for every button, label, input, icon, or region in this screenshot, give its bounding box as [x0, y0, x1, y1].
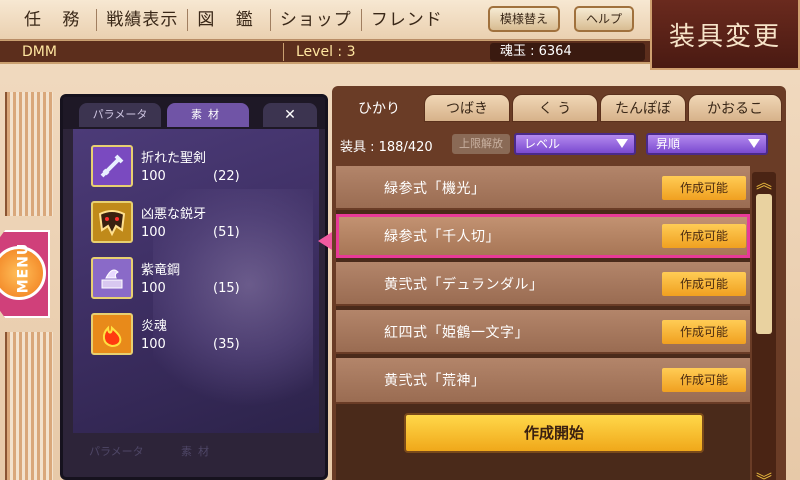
fang-mask-icon — [91, 201, 133, 243]
equip-count: 装具 : 188/420 — [340, 140, 433, 155]
selection-pointer-icon — [318, 232, 332, 250]
item-name: 緑参式「千人切」 — [384, 229, 500, 245]
tab-hikari[interactable]: ひかり — [336, 94, 422, 122]
user-name: DMM — [22, 44, 57, 60]
equip-controls: 装具 : 188/420 上限解放 レベル 昇順 — [332, 130, 786, 158]
dragon-steel-icon — [91, 257, 133, 299]
status-badge: 作成可能 — [662, 368, 746, 392]
nav-missions[interactable]: 任 務 — [0, 8, 98, 31]
nav-friend[interactable]: フレンド — [362, 9, 452, 31]
material-name: 折れた聖剣 — [141, 151, 207, 166]
sort-field-value: レベル — [524, 137, 561, 151]
item-name: 緑参式「機光」 — [384, 181, 486, 197]
chevron-down-icon — [748, 139, 760, 148]
app-frame: 任 務 戦績表示 図 鑑 ショップ フレンド 模様替え ヘルプ DMM Leve… — [0, 0, 800, 480]
gem-count: 魂玉 : 6364 — [490, 43, 645, 61]
table-row[interactable]: 緑参式「機光」 作成可能 — [336, 166, 750, 210]
status-badge: 作成可能 — [662, 320, 746, 344]
list-item: 折れた聖剣 100 (22) — [91, 145, 321, 195]
sort-field-select[interactable]: レベル — [514, 133, 636, 155]
scroll-thumb[interactable] — [756, 194, 772, 334]
material-list: 折れた聖剣 100 (22) 凶悪な鋭牙 100 (51) 紫竜鋼 100 (1… — [73, 129, 319, 433]
chevron-down-icon — [616, 139, 628, 148]
material-count: (51) — [213, 225, 240, 240]
tab-kuu[interactable]: く う — [512, 94, 598, 122]
left-decoration — [5, 332, 53, 480]
material-count: (22) — [213, 169, 240, 184]
material-panel: パラメータ 素材 ✕ 折れた聖剣 100 (22) 凶悪な鋭牙 100 (51) — [60, 94, 328, 480]
status-bar: DMM Level : 3 魂玉 : 6364 — [0, 40, 650, 64]
tab-materials[interactable]: 素材 — [167, 103, 249, 127]
material-value: 100 — [141, 337, 166, 352]
item-name: 紅四式「姫鶴一文字」 — [384, 325, 529, 341]
table-row-selected[interactable]: 緑参式「千人切」 作成可能 — [336, 214, 750, 258]
list-item: 凶悪な鋭牙 100 (51) — [91, 201, 321, 251]
material-name: 紫竜鋼 — [141, 263, 181, 278]
faded-tab-parameters: パラメータ — [89, 445, 144, 458]
material-count: (35) — [213, 337, 240, 352]
pattern-change-button[interactable]: 模様替え — [488, 6, 561, 32]
status-badge: 作成可能 — [662, 176, 746, 200]
limit-release-button[interactable]: 上限解放 — [452, 134, 510, 154]
material-count: (15) — [213, 281, 240, 296]
chevron-down-icon[interactable]: ︾ — [752, 470, 776, 480]
list-item: 炎魂 100 (35) — [91, 313, 321, 363]
table-row[interactable]: 黄弐式「デュランダル」 作成可能 — [336, 262, 750, 306]
player-level: Level : 3 — [296, 44, 356, 60]
item-name: 黄弐式「デュランダル」 — [384, 277, 544, 293]
panel-tabs: パラメータ 素材 ✕ — [63, 97, 325, 129]
broken-sword-icon — [91, 145, 133, 187]
tab-tanpopo[interactable]: たんぽぽ — [600, 94, 686, 122]
status-badge: 作成可能 — [662, 224, 746, 248]
sort-order-select[interactable]: 昇順 — [646, 133, 768, 155]
nav-shop[interactable]: ショップ — [271, 8, 362, 31]
material-value: 100 — [141, 225, 166, 240]
material-value: 100 — [141, 169, 166, 184]
material-name: 炎魂 — [141, 319, 168, 334]
table-row[interactable]: 紅四式「姫鶴一文字」 作成可能 — [336, 310, 750, 354]
table-row[interactable]: 黄弐式「荒神」 作成可能 — [336, 358, 750, 404]
faded-tab-materials: 素材 — [181, 445, 215, 458]
sort-order-value: 昇順 — [656, 137, 681, 151]
close-icon[interactable]: ✕ — [263, 103, 317, 127]
screen-title: 装具変更 — [650, 0, 800, 70]
list-scrollbar[interactable]: ︽ ︾ — [752, 172, 776, 480]
start-crafting-button[interactable]: 作成開始 — [404, 413, 704, 453]
menu-label: MENU — [15, 242, 32, 294]
list-item: 紫竜鋼 100 (15) — [91, 257, 321, 307]
tab-parameters[interactable]: パラメータ — [79, 103, 161, 127]
left-decoration — [5, 92, 53, 216]
material-name: 凶悪な鋭牙 — [141, 207, 207, 222]
material-value: 100 — [141, 281, 166, 296]
help-button[interactable]: ヘルプ — [574, 6, 635, 32]
tab-tsubaki[interactable]: つばき — [424, 94, 510, 122]
menu-button[interactable]: MENU — [0, 222, 50, 326]
flame-icon — [91, 313, 133, 355]
item-name: 黄弐式「荒神」 — [384, 373, 486, 389]
divider — [283, 43, 284, 61]
chevron-up-icon[interactable]: ︽ — [752, 172, 776, 194]
status-badge: 作成可能 — [662, 272, 746, 296]
faded-tabs: パラメータ 素材 — [77, 435, 317, 477]
nav-battle-record[interactable]: 戦績表示 — [97, 8, 189, 31]
tab-kaoruko[interactable]: かおるこ — [688, 94, 782, 122]
character-tabs: ひかり つばき く う たんぽぽ かおるこ — [332, 94, 786, 122]
nav-encyclopedia[interactable]: 図 鑑 — [188, 8, 271, 31]
